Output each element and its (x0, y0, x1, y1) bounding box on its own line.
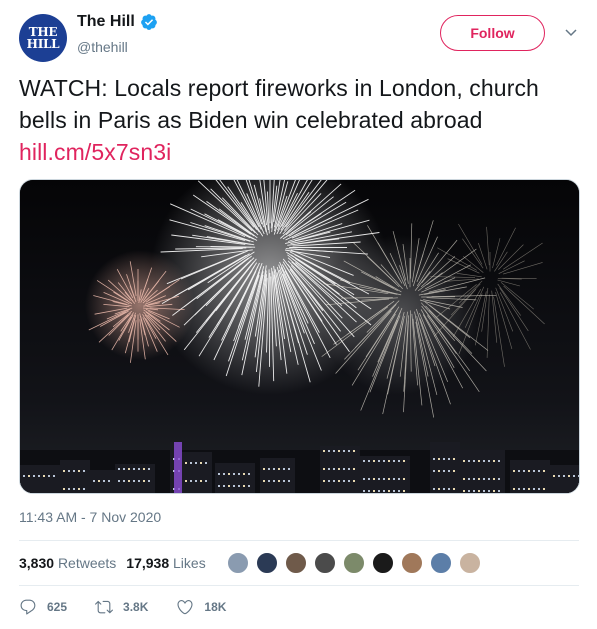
tweet-text: WATCH: Locals report fireworks in London… (19, 72, 579, 168)
liker-avatar[interactable] (399, 551, 424, 575)
liker-avatar[interactable] (225, 551, 250, 575)
fireworks-photo (20, 180, 579, 493)
follow-button[interactable]: Follow (440, 15, 545, 51)
verified-badge-icon (140, 14, 157, 30)
liker-avatars (225, 551, 487, 575)
heart-icon (177, 600, 193, 615)
likes-count: 17,938 (126, 555, 170, 571)
like-action[interactable]: 18K (176, 598, 226, 616)
liker-avatar[interactable] (283, 551, 308, 575)
display-name-row[interactable]: The Hill (77, 12, 158, 32)
liker-avatar[interactable] (457, 551, 482, 575)
retweet-icon (95, 600, 114, 614)
avatar[interactable]: THE HILL (19, 14, 67, 62)
tweet-media[interactable] (19, 179, 580, 494)
likes-stat[interactable]: 17,938 Likes (126, 555, 205, 571)
reply-count: 625 (47, 600, 68, 614)
retweets-stat[interactable]: 3,830 Retweets (19, 555, 116, 571)
display-name[interactable]: The Hill (77, 12, 135, 32)
name-block: The Hill @thehill (77, 12, 158, 56)
handle[interactable]: @thehill (77, 38, 158, 56)
tweet-header: THE HILL The Hill @thehill Follow (19, 12, 579, 62)
likes-label: Likes (173, 555, 206, 571)
avatar-text-line2: HILL (26, 37, 60, 51)
retweet-count: 3.8K (123, 600, 149, 614)
tweet-body: WATCH: Locals report fireworks in London… (19, 75, 539, 133)
liker-avatar[interactable] (341, 551, 366, 575)
tweet-stats: 3,830 Retweets 17,938 Likes (19, 541, 579, 585)
like-count: 18K (204, 600, 227, 614)
chevron-down-icon[interactable] (564, 25, 578, 39)
timestamp[interactable]: 11:43 AM - 7 Nov 2020 (19, 508, 161, 526)
tweet-link[interactable]: hill.cm/5x7sn3i (19, 139, 171, 165)
retweets-count: 3,830 (19, 555, 55, 571)
reply-icon (20, 599, 36, 615)
liker-avatar[interactable] (254, 551, 279, 575)
reply-action[interactable]: 625 (19, 598, 67, 616)
tweet-actions: 625 3.8K 18K (19, 590, 579, 624)
liker-avatar[interactable] (428, 551, 453, 575)
liker-avatar[interactable] (370, 551, 395, 575)
retweet-action[interactable]: 3.8K (95, 598, 148, 616)
divider (19, 585, 579, 586)
retweets-label: Retweets (57, 555, 117, 571)
liker-avatar[interactable] (312, 551, 337, 575)
